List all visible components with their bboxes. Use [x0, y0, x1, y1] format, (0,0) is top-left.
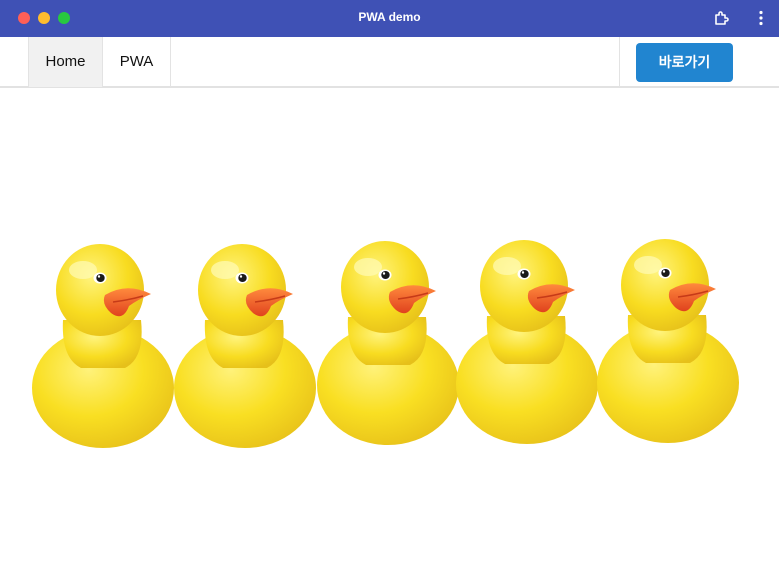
title-bar: PWA demo [0, 0, 779, 37]
go-button[interactable]: 바로가기 [636, 43, 733, 82]
window-title: PWA demo [358, 10, 421, 24]
rubber-ducks-image [31, 238, 740, 449]
duck-3 [316, 240, 460, 446]
main-content [0, 89, 779, 587]
app-window: PWA demo Home PWA 바로가기 [0, 0, 779, 587]
duck-5 [596, 238, 740, 444]
nav-item-pwa[interactable]: PWA [103, 37, 171, 87]
duck-2 [173, 243, 317, 449]
nav-divider [619, 37, 620, 87]
duck-1 [31, 243, 175, 449]
extension-icon[interactable] [713, 9, 731, 27]
duck-4 [455, 239, 599, 445]
nav-item-home[interactable]: Home [28, 37, 103, 87]
more-vert-icon[interactable] [752, 9, 770, 27]
navigation-bar: Home PWA 바로가기 [0, 37, 779, 88]
